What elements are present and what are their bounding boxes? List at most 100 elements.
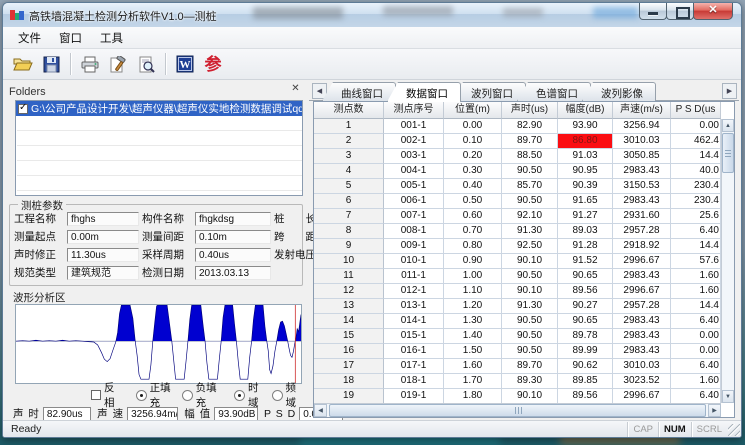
table-cell[interactable]: 006-1 xyxy=(384,194,444,209)
table-cell[interactable]: 14.4 xyxy=(671,299,721,314)
table-cell[interactable]: 0.00 xyxy=(444,119,502,134)
table-cell[interactable]: 2983.43 xyxy=(613,314,671,329)
table-cell[interactable]: 14 xyxy=(314,314,384,329)
table-row[interactable]: 2002-10.1089.7086.803010.03462.4 xyxy=(314,134,721,149)
table-cell[interactable]: 1.50 xyxy=(444,344,502,359)
table-row[interactable]: 5005-10.4085.7090.393150.53230.4 xyxy=(314,179,721,194)
table-cell[interactable]: 6.40 xyxy=(671,359,721,374)
domain-radio-0[interactable] xyxy=(234,390,245,401)
vertical-scroll-thumb[interactable] xyxy=(722,133,734,173)
table-cell[interactable]: 89.56 xyxy=(558,284,613,299)
table-row[interactable]: 4004-10.3090.5090.952983.4340.0 xyxy=(314,164,721,179)
print-button[interactable] xyxy=(76,51,104,77)
table-cell[interactable]: 1.40 xyxy=(444,329,502,344)
table-cell[interactable]: 1.60 xyxy=(444,359,502,374)
table-cell[interactable]: 1 xyxy=(314,119,384,134)
table-cell[interactable]: 90.65 xyxy=(558,314,613,329)
table-cell[interactable]: 001-1 xyxy=(384,119,444,134)
table-cell[interactable]: 90.50 xyxy=(502,269,558,284)
table-cell[interactable]: 2983.43 xyxy=(613,329,671,344)
table-cell[interactable]: 0.00 xyxy=(671,119,721,134)
table-cell[interactable]: 90.39 xyxy=(558,179,613,194)
table-row[interactable]: 10010-10.9090.1091.522996.6757.6 xyxy=(314,254,721,269)
table-cell[interactable]: 3010.03 xyxy=(613,134,671,149)
table-cell[interactable]: 6.40 xyxy=(671,389,721,403)
tab-0[interactable]: 曲线窗口 xyxy=(322,82,396,101)
table-cell[interactable]: 90.10 xyxy=(502,284,558,299)
table-cell[interactable]: 005-1 xyxy=(384,179,444,194)
table-cell[interactable]: 3150.53 xyxy=(613,179,671,194)
table-cell[interactable]: 25.6 xyxy=(671,209,721,224)
table-cell[interactable]: 1.60 xyxy=(671,269,721,284)
table-cell[interactable]: 3256.94 xyxy=(613,119,671,134)
table-cell[interactable]: 0.80 xyxy=(444,239,502,254)
table-cell[interactable]: 0.70 xyxy=(444,224,502,239)
table-cell[interactable]: 90.50 xyxy=(502,164,558,179)
table-cell[interactable]: 230.4 xyxy=(671,194,721,209)
column-header-2[interactable]: 位置(m) xyxy=(444,102,502,119)
table-cell[interactable]: 002-1 xyxy=(384,134,444,149)
table-row[interactable]: 1001-10.0082.9093.903256.940.00 xyxy=(314,119,721,134)
print-preview-button[interactable] xyxy=(132,51,160,77)
table-cell[interactable]: 019-1 xyxy=(384,389,444,403)
table-cell[interactable]: 6 xyxy=(314,194,384,209)
tab-1[interactable]: 数据窗口 xyxy=(387,82,461,102)
table-cell[interactable]: 462.4 xyxy=(671,134,721,149)
menu-item-1[interactable]: 窗口 xyxy=(50,27,91,49)
param-field-4[interactable]: 0.10m xyxy=(195,230,271,244)
table-cell[interactable]: 0.90 xyxy=(444,254,502,269)
table-cell[interactable]: 011-1 xyxy=(384,269,444,284)
table-cell[interactable]: 91.27 xyxy=(558,209,613,224)
table-cell[interactable]: 2983.43 xyxy=(613,344,671,359)
table-cell[interactable]: 2996.67 xyxy=(613,284,671,299)
table-cell[interactable]: 1.10 xyxy=(444,284,502,299)
fill-radio-1[interactable] xyxy=(182,390,193,401)
param-field-6[interactable]: 11.30us xyxy=(67,248,139,262)
table-cell[interactable]: 90.95 xyxy=(558,164,613,179)
table-cell[interactable]: 1.30 xyxy=(444,314,502,329)
table-cell[interactable]: 13 xyxy=(314,299,384,314)
table-cell[interactable]: 2957.28 xyxy=(613,299,671,314)
table-cell[interactable]: 89.56 xyxy=(558,389,613,403)
readout-field-0[interactable]: 82.90us xyxy=(43,407,91,421)
param-field-7[interactable]: 0.40us xyxy=(195,248,271,262)
process-tool-button[interactable] xyxy=(104,51,132,77)
scroll-down-button[interactable]: ▼ xyxy=(722,390,734,403)
table-cell[interactable]: 91.28 xyxy=(558,239,613,254)
table-cell[interactable]: 230.4 xyxy=(671,179,721,194)
table-cell[interactable]: 012-1 xyxy=(384,284,444,299)
table-cell[interactable]: 57.6 xyxy=(671,254,721,269)
save-button[interactable] xyxy=(37,51,65,77)
table-cell[interactable]: 4 xyxy=(314,164,384,179)
table-cell[interactable]: 91.30 xyxy=(502,299,558,314)
table-cell[interactable]: 85.70 xyxy=(502,179,558,194)
column-header-5[interactable]: 声速(m/s) xyxy=(613,102,671,119)
table-cell[interactable]: 2983.43 xyxy=(613,164,671,179)
table-row[interactable]: 18018-11.7089.3089.853023.521.60 xyxy=(314,374,721,389)
column-header-1[interactable]: 测点序号 xyxy=(384,102,444,119)
table-cell[interactable]: 1.70 xyxy=(444,374,502,389)
scroll-left-button[interactable]: ◀ xyxy=(314,404,327,417)
parameter-button[interactable]: 参 xyxy=(199,51,227,77)
table-row[interactable]: 9009-10.8092.5091.282918.9214.4 xyxy=(314,239,721,254)
resize-grip[interactable] xyxy=(728,424,740,436)
title-bar[interactable]: 高铁墙混凝土检测分析软件V1.0—测桩 ✕ xyxy=(3,3,741,27)
table-cell[interactable]: 1.80 xyxy=(444,389,502,403)
table-cell[interactable]: 90.50 xyxy=(502,329,558,344)
table-cell[interactable]: 92.10 xyxy=(502,209,558,224)
table-cell[interactable]: 0.20 xyxy=(444,149,502,164)
table-row[interactable]: 19019-11.8090.1089.562996.676.40 xyxy=(314,389,721,403)
table-cell[interactable]: 90.62 xyxy=(558,359,613,374)
table-cell[interactable]: 2996.67 xyxy=(613,254,671,269)
table-cell[interactable]: 10 xyxy=(314,254,384,269)
table-cell[interactable]: 90.27 xyxy=(558,299,613,314)
table-cell[interactable]: 2957.28 xyxy=(613,224,671,239)
column-header-0[interactable]: 测点数 xyxy=(314,102,384,119)
table-cell[interactable]: 82.90 xyxy=(502,119,558,134)
minimize-button[interactable] xyxy=(639,3,667,20)
readout-field-2[interactable]: 93.90dB xyxy=(214,407,258,421)
table-row[interactable]: 7007-10.6092.1091.272931.6025.6 xyxy=(314,209,721,224)
export-word-button[interactable]: W xyxy=(171,51,199,77)
table-cell[interactable]: 14.4 xyxy=(671,149,721,164)
table-cell[interactable]: 12 xyxy=(314,284,384,299)
